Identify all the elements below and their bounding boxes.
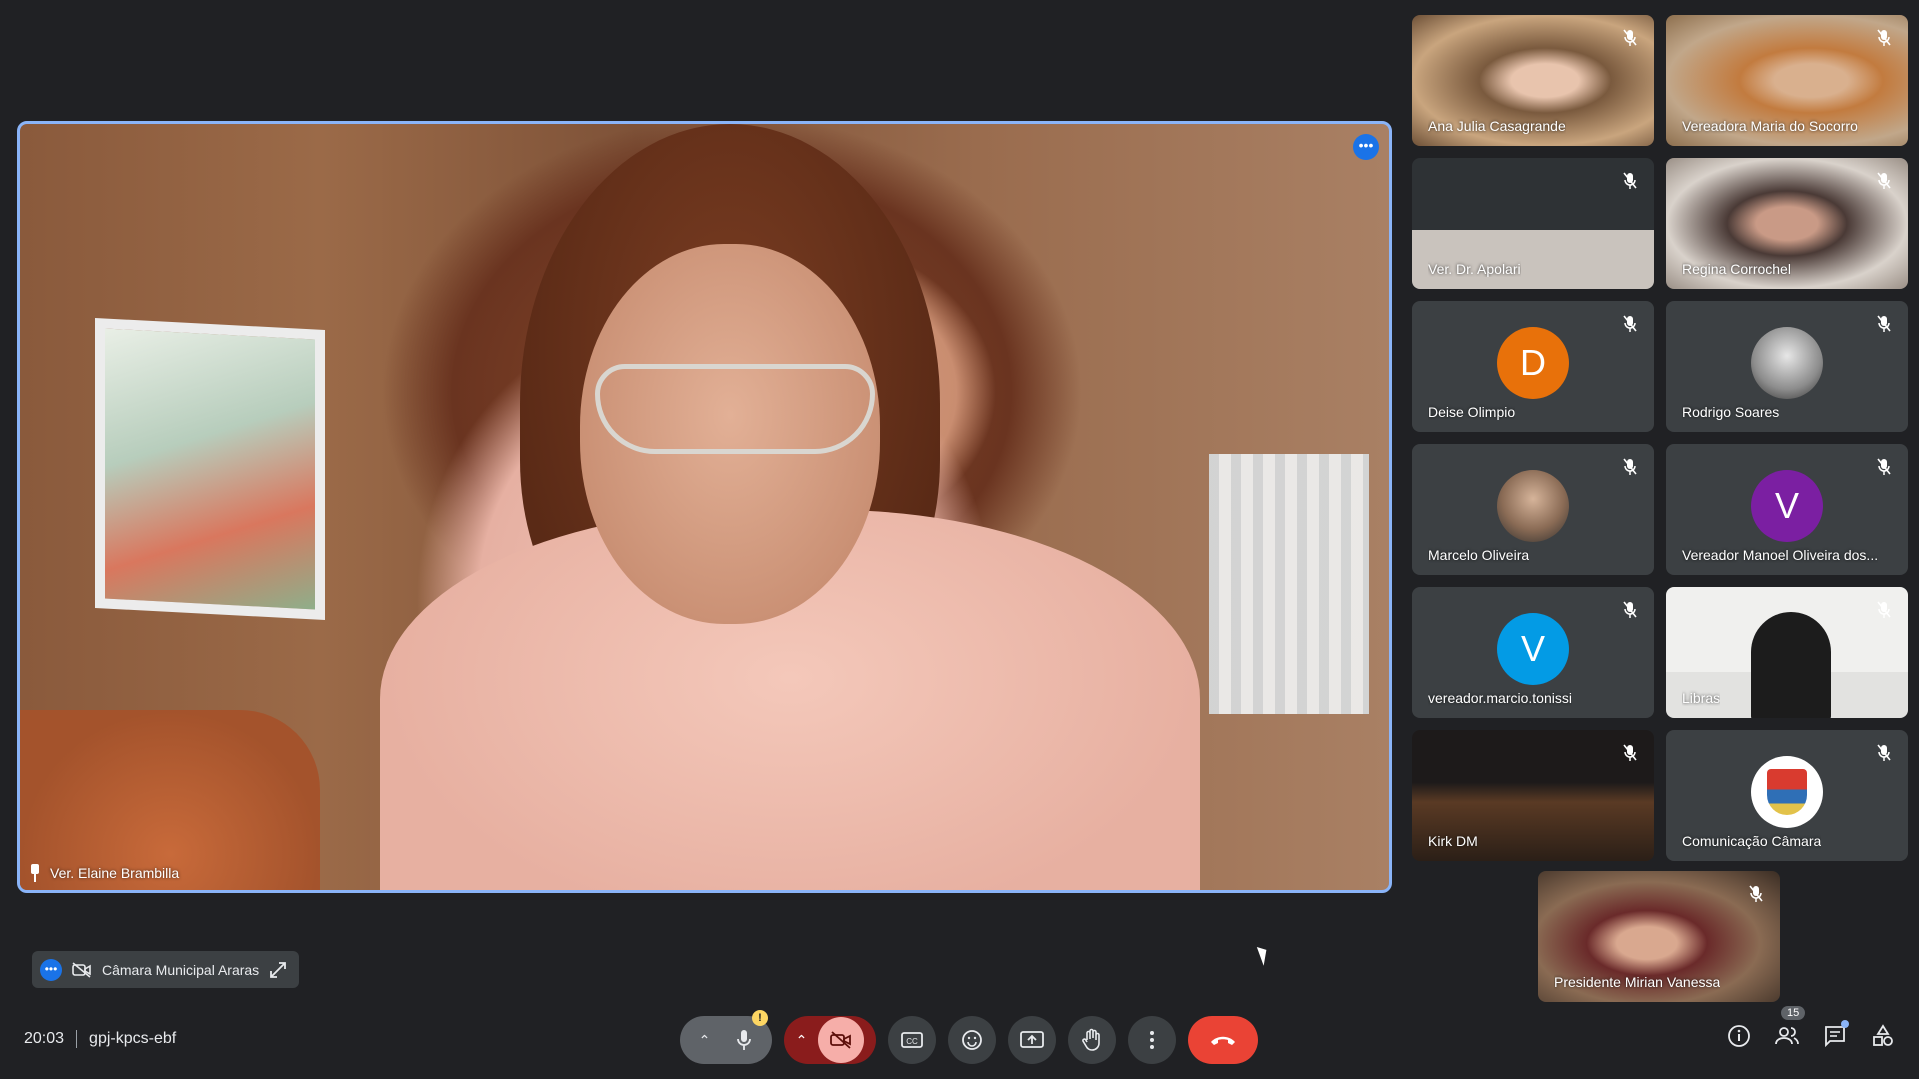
emoji-icon [962,1030,982,1050]
participant-tile[interactable]: D Deise Olimpio [1412,301,1654,432]
mic-off-icon [1623,601,1637,618]
mic-off-icon [1877,744,1891,761]
mic-off-icon [1623,29,1637,46]
pin-icon[interactable] [28,864,42,882]
people-count-badge: 15 [1781,1006,1806,1020]
participant-tile[interactable]: Rodrigo Soares [1666,301,1908,432]
speaker-glasses [595,364,875,454]
self-view-options-button[interactable]: ••• [40,958,62,981]
meeting-details-button[interactable] [1727,1024,1751,1048]
mic-off-icon [1623,458,1637,475]
curtain [1209,454,1369,714]
activities-button[interactable] [1871,1024,1895,1048]
participant-name: Kirk DM [1428,833,1478,849]
present-screen-icon [1020,1031,1044,1048]
participant-avatar: D [1497,327,1569,399]
meeting-code[interactable]: gpj-kpcs-ebf [89,1030,176,1048]
end-call-icon [1211,1036,1235,1045]
call-controls: ⌃ ! ⌃ CC [680,1010,1258,1064]
participant-avatar: V [1751,470,1823,542]
chat-notification-dot [1841,1020,1849,1028]
mic-off-icon [1749,885,1763,902]
participant-name: Ver. Dr. Apolari [1428,261,1521,277]
mic-off-icon [1623,744,1637,761]
participant-tile[interactable]: V vereador.marcio.tonissi [1412,587,1654,718]
hand-icon [1082,1028,1100,1051]
participant-photo [1497,470,1569,542]
participant-tile[interactable]: V Vereador Manoel Oliveira dos... [1666,444,1908,575]
camera-toggle-button[interactable] [818,1017,865,1063]
sofa [20,710,320,890]
participant-tile[interactable]: Vereadora Maria do Socorro [1666,15,1908,146]
activities-icon [1873,1024,1893,1046]
chevron-up-icon[interactable]: ⌃ [699,1032,711,1049]
participant-name: Presidente Mirian Vanessa [1554,974,1721,990]
side-panel-controls: 15 [1727,1006,1895,1048]
meeting-time: 20:03 [24,1030,65,1047]
participant-avatar: V [1497,613,1569,685]
participant-tile[interactable]: Libras [1666,587,1908,718]
raise-hand-button[interactable] [1068,1016,1116,1064]
meeting-info: 20:03 gpj-kpcs-ebf [24,1030,176,1048]
mic-off-icon [1877,315,1891,332]
more-vert-icon [1150,1031,1154,1049]
info-icon [1728,1025,1750,1047]
participant-tile[interactable]: Ver. Dr. Apolari [1412,158,1654,289]
mic-off-icon [1877,29,1891,46]
participant-photo [1751,327,1823,399]
self-view-pill[interactable]: ••• Câmara Municipal Araras [32,951,300,988]
mic-off-icon [1877,458,1891,475]
participant-name: Libras [1682,690,1721,706]
participant-tile[interactable]: Regina Corrochel [1666,158,1908,289]
leave-call-button[interactable] [1188,1016,1258,1064]
participant-tile[interactable]: Presidente Mirian Vanessa [1538,871,1780,1002]
more-options-button[interactable] [1128,1016,1176,1064]
participant-name: Vereadora Maria do Socorro [1682,118,1858,134]
participant-name: vereador.marcio.tonissi [1428,690,1572,706]
camera-off-icon [830,1031,852,1049]
main-speaker-name-row: Ver. Elaine Brambilla [28,864,179,882]
audio-controls: ⌃ ! [680,1010,772,1064]
participant-name: Comunicação Câmara [1682,833,1822,849]
main-speaker-name: Ver. Elaine Brambilla [50,865,180,881]
divider [76,1030,78,1048]
mic-off-icon [1877,172,1891,189]
participant-name: Ana Julia Casagrande [1428,118,1566,134]
people-button[interactable]: 15 [1775,1006,1806,1048]
chevron-up-icon[interactable]: ⌃ [796,1032,808,1049]
microphone-icon[interactable] [735,1029,753,1051]
self-view-label: Câmara Municipal Araras [102,961,260,978]
chat-button[interactable] [1823,1020,1849,1048]
participant-name: Deise Olimpio [1428,404,1516,420]
mic-warning-badge: ! [752,1010,768,1026]
participant-name: Marcelo Oliveira [1428,547,1530,563]
meet-stage: ••• Ver. Elaine Brambilla Ana Julia Casa… [0,0,1919,1079]
participant-tile[interactable]: Comunicação Câmara [1666,730,1908,861]
participant-tile[interactable]: Kirk DM [1412,730,1654,861]
participant-tile[interactable]: Ana Julia Casagrande [1412,15,1654,146]
more-options-button[interactable]: ••• [1353,134,1379,160]
captions-button[interactable]: CC [888,1016,936,1064]
people-icon [1775,1027,1799,1045]
closed-captions-icon: CC [901,1032,923,1048]
participant-tile[interactable]: Marcelo Oliveira [1412,444,1654,575]
main-speaker-tile[interactable]: ••• Ver. Elaine Brambilla [17,121,1392,893]
mic-off-icon [1623,172,1637,189]
mouse-cursor [1256,944,1272,966]
present-screen-button[interactable] [1008,1016,1056,1064]
reactions-button[interactable] [948,1016,996,1064]
participant-name: Rodrigo Soares [1682,404,1780,420]
video-controls: ⌃ [784,1016,876,1064]
svg-text:CC: CC [906,1037,918,1046]
expand-icon[interactable] [269,961,287,979]
participant-name: Regina Corrochel [1682,261,1791,277]
mic-off-icon [1623,315,1637,332]
crest-shield [1767,769,1807,815]
wall-painting [95,317,325,621]
participant-name: Vereador Manoel Oliveira dos... [1682,547,1879,563]
camera-off-icon [72,961,91,978]
mic-off-icon [1877,601,1891,618]
city-crest-logo [1751,756,1823,828]
